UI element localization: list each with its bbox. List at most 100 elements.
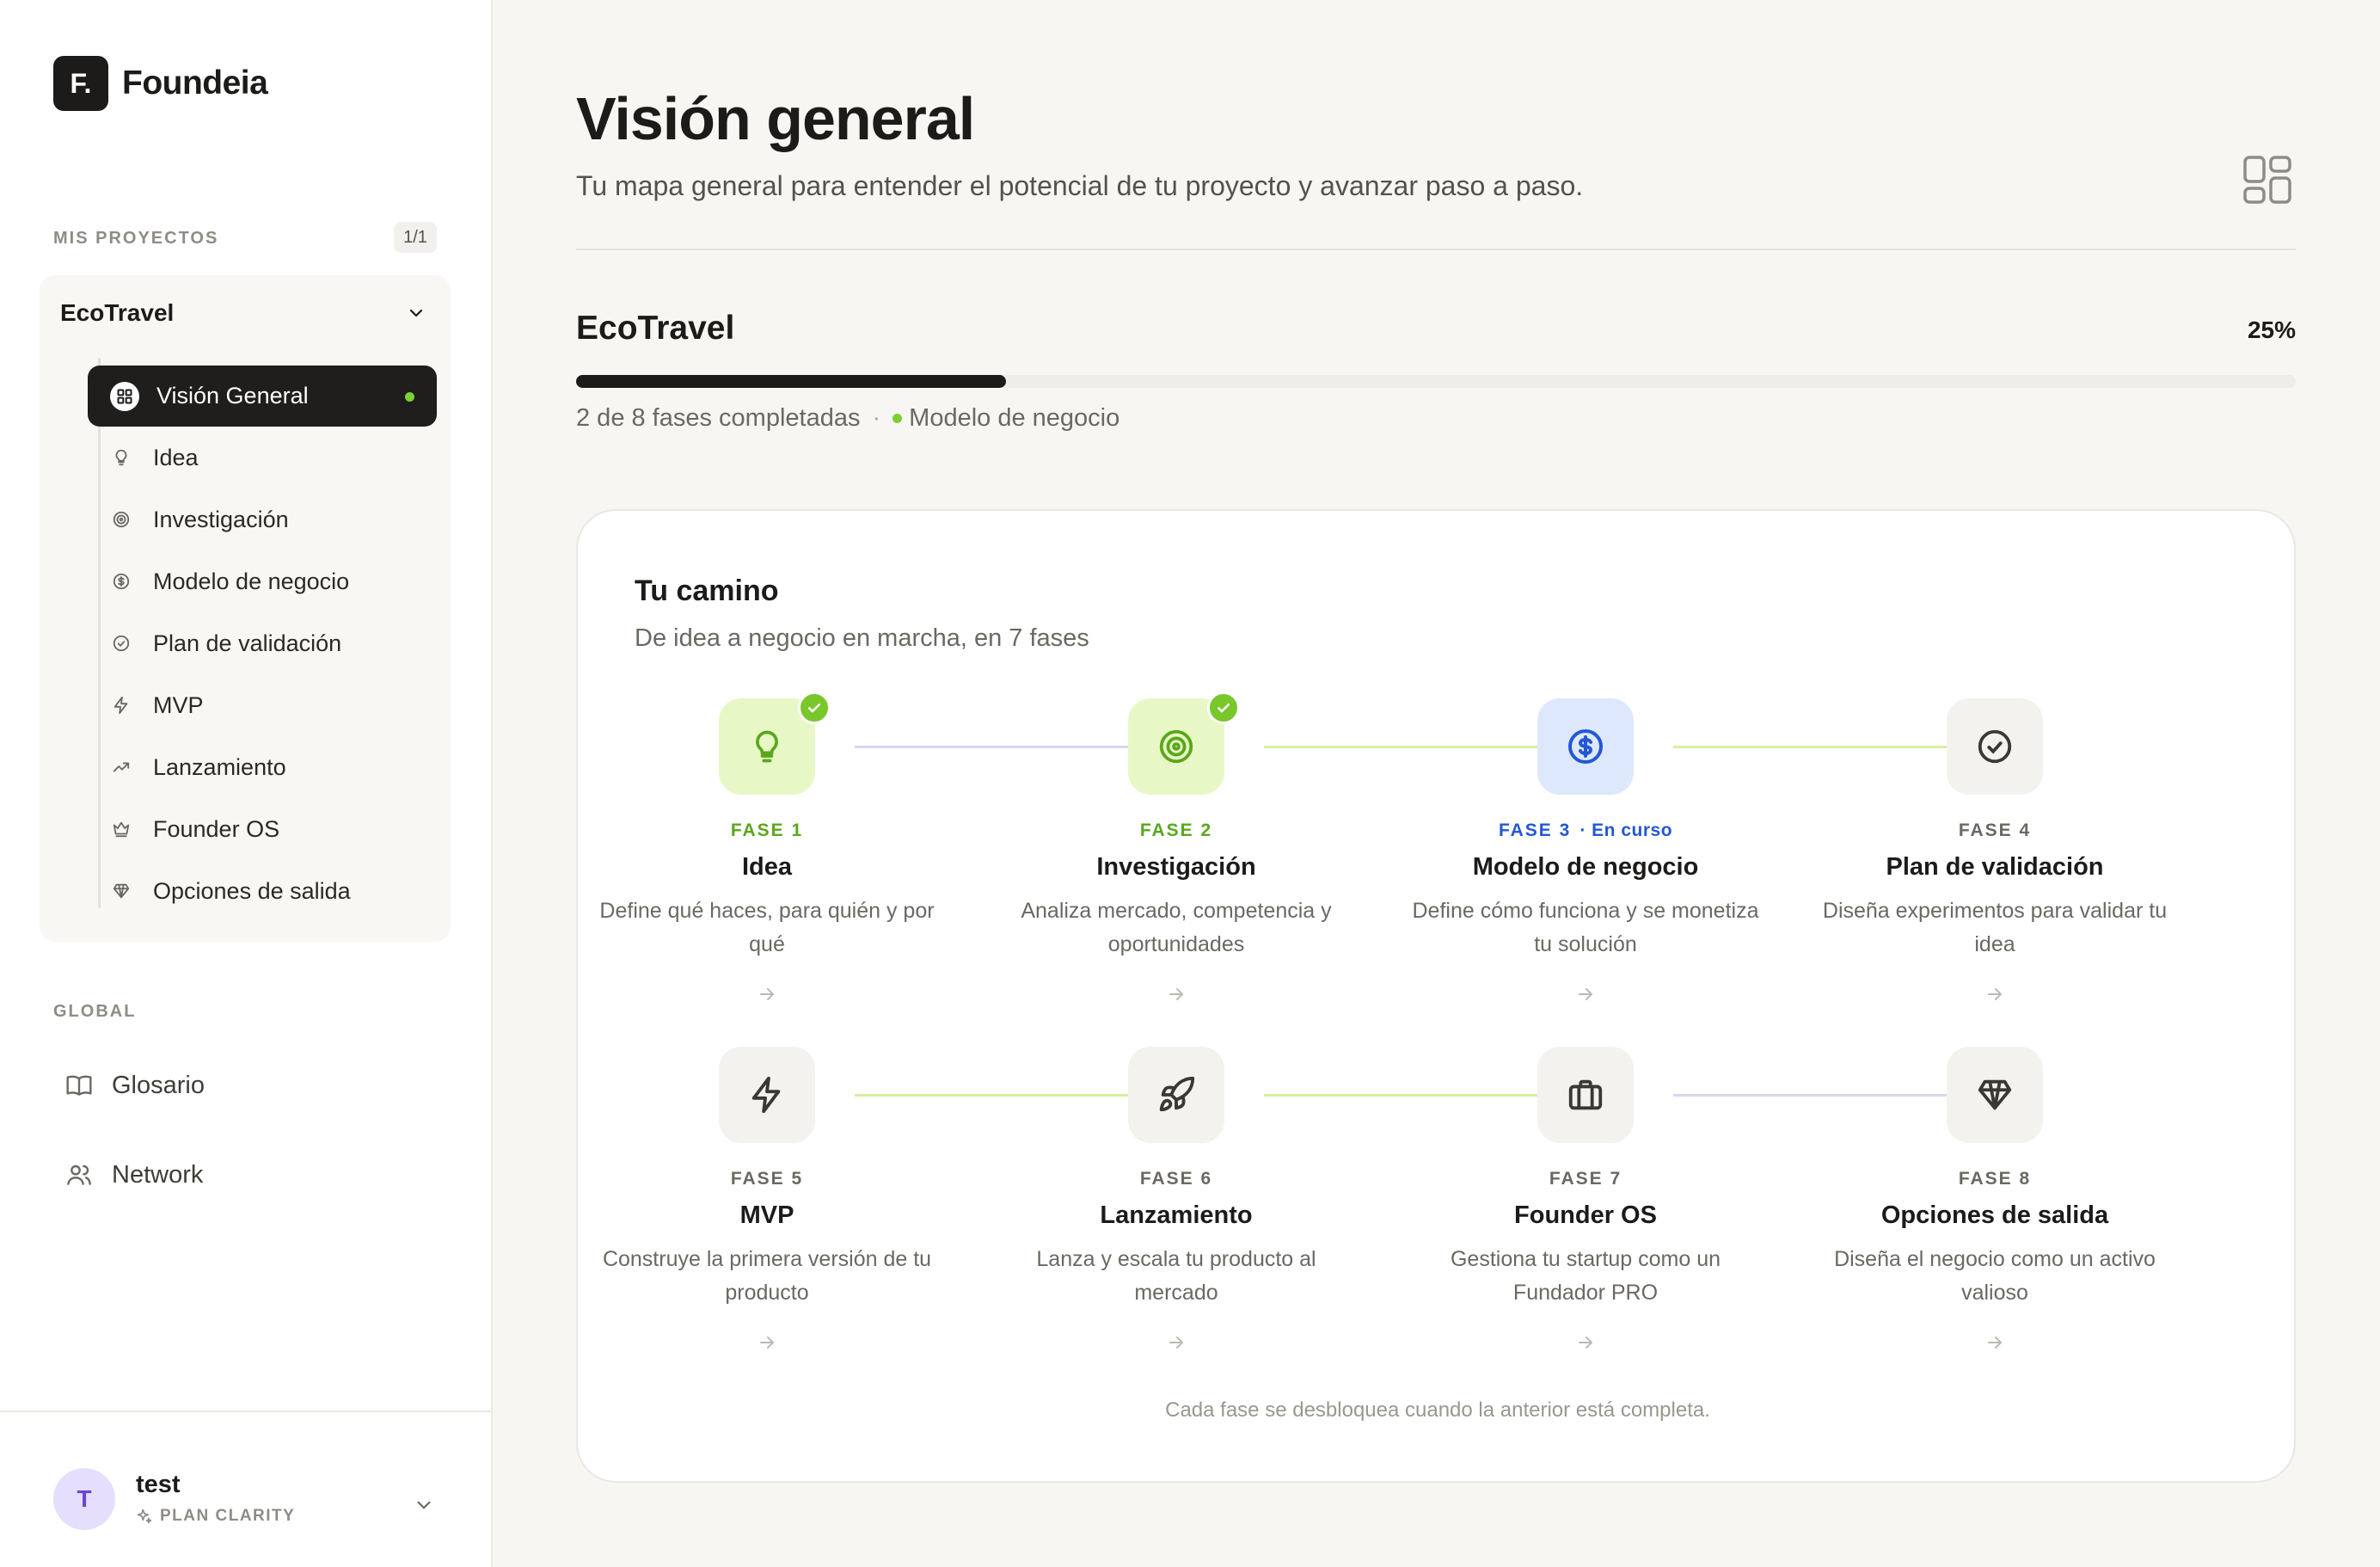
phase-label: FASE 8 — [1958, 1169, 2032, 1189]
sidebar-item-founder-os[interactable]: Founder OS — [112, 808, 279, 851]
phase-connector — [855, 746, 1168, 748]
sidebar-item-modelo-negocio[interactable]: Modelo de negocio — [112, 560, 349, 603]
bolt-icon — [751, 1076, 781, 1114]
arrow-right-icon — [1988, 988, 2002, 1000]
briefcase-icon — [1568, 1079, 1603, 1110]
sidebar-item-lanzamiento[interactable]: Lanzamiento — [112, 746, 286, 789]
phase-description: Diseña el negocio como un activo valioso — [1834, 1247, 2156, 1305]
sidebar-item-idea[interactable]: Idea — [112, 436, 199, 479]
check-circle-icon — [113, 635, 130, 652]
book-icon — [66, 1075, 92, 1096]
sidebar-item-label: MVP — [153, 691, 204, 718]
active-dot — [405, 392, 414, 402]
phase-name: Founder OS — [1514, 1201, 1657, 1229]
arrow-right-icon — [1579, 1337, 1592, 1349]
sidebar-item-label: Network — [112, 1160, 204, 1189]
phase-label: FASE 3 · En curso — [1396, 820, 1775, 841]
sidebar-item-glosario[interactable]: Glosario — [65, 1061, 205, 1109]
header-divider — [576, 249, 2296, 250]
sidebar-item-label: Glosario — [112, 1071, 205, 1099]
users-icon — [67, 1164, 91, 1185]
phase-icon-box — [719, 1047, 815, 1143]
phase-name: Idea — [741, 853, 793, 881]
phase-description: Construye la primera versión de tu produ… — [602, 1247, 932, 1305]
sidebar-item-label: Opciones de salida — [153, 877, 351, 904]
user-plan-label: PLAN CLARITY — [160, 1507, 296, 1525]
arrow-right-icon — [1988, 1337, 2002, 1349]
project-title: EcoTravel — [576, 310, 735, 347]
phase-description: Gestiona tu startup como un Fundador PRO — [1450, 1247, 1721, 1305]
nav-tree-line — [98, 358, 101, 908]
phase-label: FASE 5 — [730, 1169, 804, 1189]
sidebar-item-opciones-salida[interactable]: Opciones de salida — [112, 870, 351, 913]
phase-label-text: FASE 3 — [1498, 820, 1572, 840]
arrow-right-icon — [1579, 988, 1592, 1000]
sidebar-item-investigacion[interactable]: Investigación — [112, 498, 289, 541]
phase-description: Define qué haces, para quién y por qué — [599, 899, 935, 956]
sidebar-item-label: Modelo de negocio — [153, 568, 350, 594]
global-section-label: GLOBAL — [53, 1002, 137, 1021]
arrow-right-icon — [760, 1337, 774, 1349]
sidebar-item-mvp[interactable]: MVP — [112, 684, 204, 727]
sidebar-item-label: Idea — [153, 444, 199, 470]
project-meta: 2 de 8 fases completadas · Modelo de neg… — [576, 404, 1119, 433]
logo-mark: F. — [53, 56, 108, 111]
phase-icon-box — [1947, 1047, 2043, 1143]
project-selector[interactable]: EcoTravel — [40, 275, 451, 351]
crown-icon — [113, 821, 130, 838]
bolt-icon — [113, 696, 128, 715]
sidebar-item-label: Visión General — [156, 383, 309, 409]
phase-connector — [1673, 1094, 1986, 1097]
projects-section-label: MIS PROYECTOS — [53, 229, 219, 248]
path-title: Tu camino — [635, 575, 779, 607]
target-icon — [1159, 729, 1193, 764]
phase-status-badge: · En curso — [1580, 820, 1673, 840]
sidebar-item-vision-general[interactable]: Visión General — [88, 366, 437, 427]
grid-icon — [110, 381, 139, 411]
sidebar-item-label: Lanzamiento — [153, 753, 286, 780]
phase-icon-box — [1947, 698, 2043, 795]
user-menu[interactable]: T test PLAN CLARITY — [0, 1410, 493, 1567]
diamond-icon — [113, 883, 130, 899]
phase-name: MVP — [739, 1201, 794, 1229]
logo[interactable]: F. Foundeia — [53, 56, 268, 111]
phase-icon-box — [1537, 698, 1634, 795]
check-icon — [798, 691, 831, 724]
phase-connector — [1673, 746, 1986, 748]
sidebar-item-plan-validacion[interactable]: Plan de validación — [112, 622, 341, 665]
sparkles-icon — [137, 1509, 152, 1524]
arrow-right-icon — [1169, 988, 1183, 1000]
phases-completed: 2 de 8 fases completadas — [576, 404, 861, 432]
phase-name: Investigación — [1096, 853, 1256, 881]
phase-label: FASE 7 — [1549, 1169, 1622, 1189]
rocket-icon — [1159, 1076, 1195, 1112]
sidebar-item-label: Investigación — [153, 506, 289, 532]
check-circle-icon — [1978, 729, 2012, 764]
lightbulb-icon — [115, 449, 127, 466]
arrow-right-icon — [760, 988, 774, 1000]
meta-separator: · — [872, 404, 881, 432]
path-card: Tu camino De idea a negocio en marcha, e… — [576, 509, 2296, 1483]
target-icon — [113, 511, 130, 528]
phase-label: FASE 2 — [1139, 820, 1213, 840]
sidebar-item-label: Founder OS — [153, 815, 280, 842]
diamond-icon — [1978, 1079, 2012, 1110]
dollar-circle-icon — [1568, 729, 1603, 764]
phase-label: FASE 1 — [730, 820, 804, 840]
phase-description: Diseña experimentos para validar tu idea — [1822, 899, 2168, 956]
check-icon — [1207, 691, 1240, 724]
phase-icon-box — [1128, 1047, 1224, 1143]
phase-description: Analiza mercado, competencia y oportunid… — [1021, 899, 1332, 956]
sidebar-item-network[interactable]: Network — [65, 1151, 203, 1199]
phase-name: Lanzamiento — [1100, 1201, 1253, 1229]
phase-connector — [1264, 746, 1577, 748]
progress-bar — [576, 375, 2296, 388]
layout-grid-icon[interactable] — [2242, 155, 2292, 205]
app-name: Foundeia — [122, 65, 268, 101]
page-subtitle: Tu mapa general para entender el potenci… — [576, 170, 1584, 201]
sidebar-item-label: Plan de validación — [153, 630, 342, 656]
phase-label: FASE 6 — [1139, 1169, 1213, 1189]
current-phase-link[interactable]: Modelo de negocio — [909, 404, 1119, 433]
progress-percent: 25% — [2247, 316, 2296, 343]
chevron-down-icon — [417, 1501, 431, 1509]
